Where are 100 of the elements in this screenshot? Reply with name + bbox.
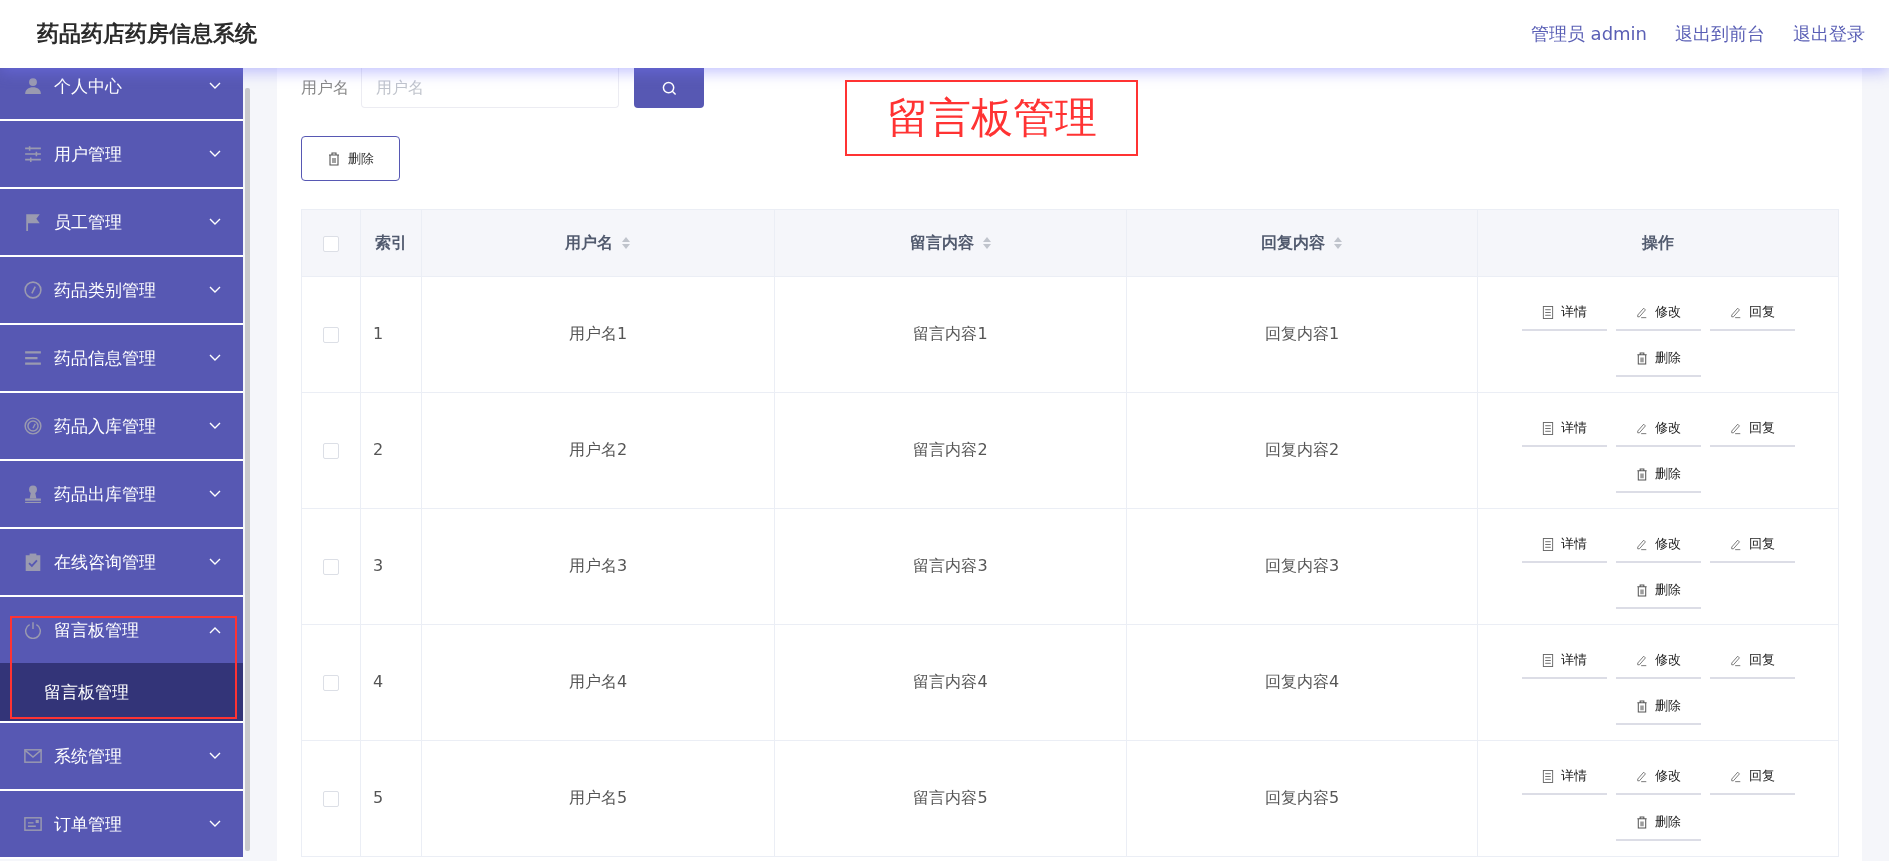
trash-icon (1635, 699, 1648, 713)
column-header: 索引 (375, 232, 407, 254)
table-cell: 2 (360, 392, 422, 509)
document-icon (1541, 769, 1554, 783)
checkbox[interactable] (323, 558, 339, 575)
table-cell: 用户名5 (421, 740, 775, 857)
menu-item[interactable]: 系统管理 (0, 723, 243, 789)
list-icon (24, 349, 42, 367)
table-cell: 回复内容3 (1126, 508, 1478, 625)
pencil-icon (1729, 769, 1742, 783)
table-cell: 留言内容2 (774, 392, 1127, 509)
column-header: 用户名 (565, 232, 613, 254)
table-cell: 回复内容5 (1126, 740, 1478, 857)
chevron-down-icon (209, 752, 221, 760)
table-cell: 留言内容1 (774, 276, 1127, 393)
submenu-item[interactable]: 留言板管理 (0, 663, 243, 721)
header-link[interactable]: 管理员 admin (1530, 22, 1647, 46)
sort-icon[interactable] (981, 236, 992, 250)
table-cell: 5 (360, 740, 422, 857)
trash-icon (1635, 815, 1648, 829)
menu-item[interactable]: 个人中心 (0, 68, 243, 119)
search-field[interactable]: 用户名 (361, 68, 619, 108)
chevron-up-icon (209, 626, 221, 634)
field-label: 用户名 (301, 77, 349, 99)
trash-icon (1635, 467, 1648, 481)
table-cell: 用户名1 (421, 276, 775, 393)
column-header: 留言内容 (909, 232, 974, 254)
pencil-icon (1635, 537, 1648, 551)
table-cell: 回复内容2 (1126, 392, 1478, 509)
menu-item[interactable]: 订单管理 (0, 791, 243, 857)
gauge-icon (24, 417, 42, 435)
table-cell: 留言内容3 (774, 508, 1127, 625)
search-button[interactable] (634, 68, 704, 108)
table-cell: 回复内容4 (1126, 624, 1478, 741)
pencil-icon (1635, 421, 1648, 435)
table-cell: 1 (360, 276, 422, 393)
chevron-down-icon (209, 354, 221, 362)
stamp-icon (24, 485, 42, 503)
table-cell: 用户名2 (421, 392, 775, 509)
column-header: 操作 (1642, 232, 1674, 254)
checkbox[interactable] (323, 674, 339, 691)
chevron-down-icon (209, 150, 221, 158)
clipboard-icon (24, 553, 42, 571)
chevron-down-icon (209, 422, 221, 430)
chevron-down-icon (209, 286, 221, 294)
menu-item[interactable]: 药品信息管理 (0, 325, 243, 391)
checkbox[interactable] (323, 236, 339, 252)
checkbox[interactable] (323, 326, 339, 343)
pencil-icon (1729, 537, 1742, 551)
menu-item[interactable]: 在线咨询管理 (0, 529, 243, 595)
card-icon (24, 815, 42, 833)
trash-icon (327, 151, 340, 166)
pencil-icon (1635, 653, 1648, 667)
delete-button[interactable]: 删除 (301, 136, 400, 181)
user-icon (24, 77, 42, 95)
annotation-label: 留言板管理 (845, 80, 1138, 156)
table-cell: 留言内容5 (774, 740, 1127, 857)
chevron-down-icon (209, 218, 221, 226)
pencil-icon (1729, 421, 1742, 435)
table-cell: 3 (360, 508, 422, 625)
pencil-icon (1635, 769, 1648, 783)
search-icon (661, 80, 677, 96)
document-icon (1541, 305, 1554, 319)
header-link[interactable]: 退出登录 (1793, 22, 1865, 46)
menu-item[interactable]: 员工管理 (0, 189, 243, 255)
scrollbar[interactable] (245, 88, 250, 851)
document-icon (1541, 537, 1554, 551)
table-cell: 4 (360, 624, 422, 741)
power-icon (24, 621, 42, 639)
table-cell: 留言内容4 (774, 624, 1127, 741)
pencil-icon (1729, 305, 1742, 319)
trash-icon (1635, 351, 1648, 365)
chevron-down-icon (209, 820, 221, 828)
checkbox[interactable] (323, 442, 339, 459)
trash-icon (1635, 583, 1648, 597)
table-cell: 回复内容1 (1126, 276, 1478, 393)
envelope-icon (24, 747, 42, 765)
compass-icon (24, 281, 42, 299)
app-title: 药品药店药房信息系统 (37, 20, 257, 48)
sliders-icon (24, 145, 42, 163)
pencil-icon (1729, 653, 1742, 667)
menu-item[interactable]: 用户管理 (0, 121, 243, 187)
chevron-down-icon (209, 490, 221, 498)
sort-icon[interactable] (1333, 236, 1343, 250)
header-link[interactable]: 退出到前台 (1675, 22, 1765, 46)
menu-item[interactable]: 药品出库管理 (0, 461, 243, 527)
menu-item[interactable]: 药品入库管理 (0, 393, 243, 459)
column-header: 回复内容 (1261, 232, 1325, 254)
pencil-icon (1635, 305, 1648, 319)
document-icon (1541, 653, 1554, 667)
document-icon (1541, 421, 1554, 435)
chevron-down-icon (209, 558, 221, 566)
flag-icon (24, 213, 42, 231)
menu-item[interactable]: 药品类别管理 (0, 257, 243, 323)
table-cell: 用户名3 (421, 508, 775, 625)
menu-item[interactable]: 留言板管理 (0, 597, 243, 663)
checkbox[interactable] (323, 790, 339, 807)
chevron-down-icon (209, 82, 221, 90)
table-cell: 用户名4 (421, 624, 775, 741)
sort-icon[interactable] (621, 236, 631, 250)
